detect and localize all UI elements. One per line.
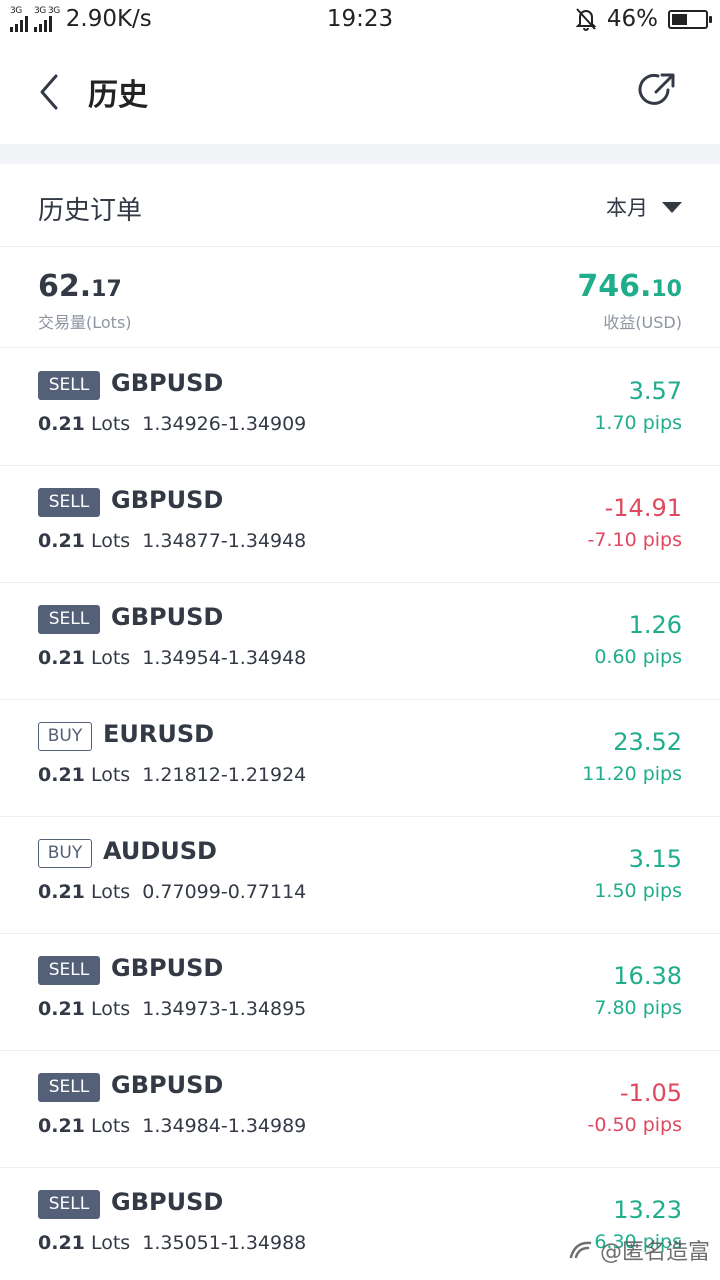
order-row[interactable]: SELL GBPUSD 0.21 Lots 1.34954-1.34948 1.… [0,583,720,700]
side-badge: SELL [38,956,100,985]
side-badge: SELL [38,1073,100,1102]
share-icon[interactable] [638,70,678,110]
lots-value: 0.21 [38,647,85,669]
currency-pair: GBPUSD [111,954,224,982]
section-divider [0,144,720,164]
order-pips: 0.60 pips [594,646,682,668]
snowball-logo-icon [569,1241,592,1259]
lots-value: 0.21 [38,530,85,552]
order-pips: 1.70 pips [594,412,682,434]
lots-unit: Lots [90,764,131,786]
order-profit: 3.57 [628,377,682,405]
lots-unit: Lots [90,881,131,903]
lots-unit: Lots [90,647,131,669]
battery-percent: 46% [606,6,658,32]
caret-down-icon [662,201,682,213]
lots-value: 0.21 [38,881,85,903]
status-right: 46% [575,6,712,32]
order-details: 0.21 Lots 1.34973-1.34895 [38,998,306,1020]
volume-summary: 62.17 交易量(Lots) [38,270,132,333]
order-profit: 16.38 [613,962,682,990]
lots-value: 0.21 [38,764,85,786]
side-badge: SELL [38,1190,100,1219]
lots-value: 0.21 [38,1232,85,1254]
back-arrow-icon[interactable] [30,70,70,114]
period-filter-label: 本月 [606,196,648,220]
watermark: @匿名造富 [568,1234,710,1266]
order-profit: -1.05 [619,1079,682,1107]
order-profit: 13.23 [613,1196,682,1224]
order-pips: 11.20 pips [582,763,682,785]
side-badge: SELL [38,605,100,634]
volume-label: 交易量(Lots) [38,313,132,332]
order-details: 0.21 Lots 1.21812-1.21924 [38,764,306,786]
battery-icon [668,9,712,29]
currency-pair: GBPUSD [111,603,224,631]
price-range: 1.34984-1.34989 [142,1115,307,1137]
currency-pair: GBPUSD [111,486,224,514]
price-range: 1.34973-1.34895 [142,998,307,1020]
price-range: 1.34954-1.34948 [142,647,307,669]
order-row[interactable]: SELL GBPUSD 0.21 Lots 1.34984-1.34989 -1… [0,1051,720,1168]
lots-unit: Lots [90,530,131,552]
order-row[interactable]: SELL GBPUSD 0.21 Lots 1.34926-1.34909 3.… [0,349,720,466]
status-bar: 3G 3G 3G 2.90K/s 19:23 46% [0,0,720,38]
order-details: 0.21 Lots 1.35051-1.34988 [38,1232,306,1254]
profit-summary: 746.10 收益(USD) [577,270,682,333]
order-details: 0.21 Lots 0.77099-0.77114 [38,881,306,903]
lots-unit: Lots [90,1232,131,1254]
profit-label: 收益(USD) [603,313,682,332]
order-row[interactable]: SELL GBPUSD 0.21 Lots 1.34973-1.34895 16… [0,934,720,1051]
volume-value: 62.17 [38,269,122,304]
app-header: 历史 [0,38,720,144]
side-badge: SELL [38,488,100,517]
lots-unit: Lots [90,413,131,435]
lots-value: 0.21 [38,1115,85,1137]
price-range: 1.21812-1.21924 [142,764,307,786]
price-range: 1.34877-1.34948 [142,530,307,552]
currency-pair: GBPUSD [111,1188,224,1216]
summary-panel: 62.17 交易量(Lots) 746.10 收益(USD) [0,248,720,348]
order-pips: -0.50 pips [587,1114,683,1136]
price-range: 0.77099-0.77114 [142,881,307,903]
page-title: 历史 [88,78,148,113]
order-row[interactable]: BUY EURUSD 0.21 Lots 1.21812-1.21924 23.… [0,700,720,817]
side-badge: BUY [38,839,92,868]
section-title: 历史订单 [38,196,143,226]
order-row[interactable]: BUY AUDUSD 0.21 Lots 0.77099-0.77114 3.1… [0,817,720,934]
order-details: 0.21 Lots 1.34984-1.34989 [38,1115,306,1137]
lots-value: 0.21 [38,413,85,435]
watermark-text: @匿名造富 [599,1240,710,1265]
lots-unit: Lots [90,998,131,1020]
period-filter[interactable]: 本月 [606,192,682,222]
lots-value: 0.21 [38,998,85,1020]
order-details: 0.21 Lots 1.34877-1.34948 [38,530,306,552]
order-profit: -14.91 [604,494,682,522]
mute-bell-icon [575,8,597,31]
order-profit: 1.26 [628,611,682,639]
order-row[interactable]: SELL GBPUSD 0.21 Lots 1.34877-1.34948 -1… [0,466,720,583]
currency-pair: GBPUSD [111,1071,224,1099]
lots-unit: Lots [90,1115,131,1137]
side-badge: SELL [38,371,100,400]
price-range: 1.34926-1.34909 [142,413,307,435]
currency-pair: EURUSD [103,720,215,748]
order-pips: 7.80 pips [594,997,682,1019]
currency-pair: GBPUSD [111,369,224,397]
currency-pair: AUDUSD [103,837,217,865]
order-profit: 23.52 [613,728,682,756]
order-details: 0.21 Lots 1.34954-1.34948 [38,647,306,669]
price-range: 1.35051-1.34988 [142,1232,307,1254]
profit-value: 746.10 [577,269,682,304]
order-profit: 3.15 [628,845,682,873]
battery-level [672,13,687,25]
order-details: 0.21 Lots 1.34926-1.34909 [38,413,306,435]
orders-list: SELL GBPUSD 0.21 Lots 1.34926-1.34909 3.… [0,349,720,1280]
side-badge: BUY [38,722,92,751]
order-pips: 1.50 pips [594,880,682,902]
history-orders-header: 历史订单 本月 [0,164,720,247]
order-pips: -7.10 pips [587,529,683,551]
